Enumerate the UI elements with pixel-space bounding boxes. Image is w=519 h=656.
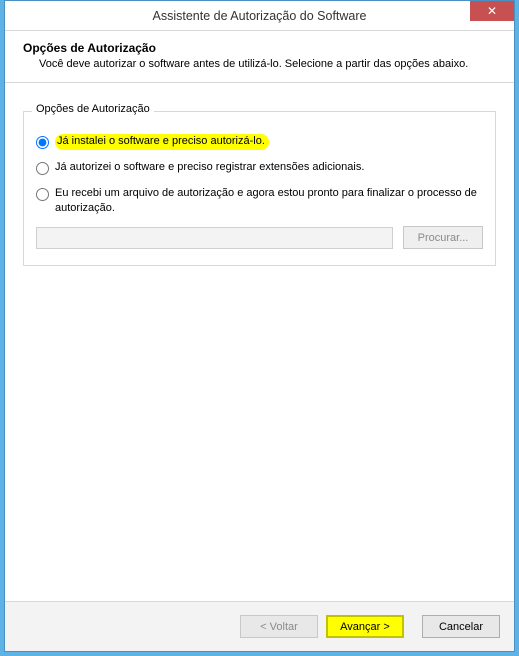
browse-button: Procurar... <box>403 226 483 249</box>
file-path-input <box>36 227 393 249</box>
options-group: Opções de Autorização Já instalei o soft… <box>23 111 496 267</box>
option-row-0[interactable]: Já instalei o software e preciso autoriz… <box>36 134 483 150</box>
cancel-button[interactable]: Cancelar <box>422 615 500 638</box>
option-radio-1[interactable] <box>36 162 49 175</box>
next-button[interactable]: Avançar > <box>326 615 404 638</box>
close-button[interactable]: ✕ <box>470 1 514 21</box>
option-radio-2[interactable] <box>36 188 49 201</box>
titlebar: Assistente de Autorização do Software ✕ <box>5 1 514 31</box>
file-row: Procurar... <box>36 226 483 249</box>
window-title: Assistente de Autorização do Software <box>5 9 514 23</box>
close-icon: ✕ <box>487 4 497 18</box>
option-label-0: Já instalei o software e preciso autoriz… <box>55 134 269 150</box>
wizard-header-description: Você deve autorizar o software antes de … <box>39 57 496 72</box>
wizard-footer: < Voltar Avançar > Cancelar <box>5 601 514 651</box>
option-label-2: Eu recebi um arquivo de autorização e ag… <box>55 186 483 217</box>
wizard-header: Opções de Autorização Você deve autoriza… <box>5 31 514 83</box>
wizard-header-title: Opções de Autorização <box>23 41 496 55</box>
option-row-1[interactable]: Já autorizei o software e preciso regist… <box>36 160 483 175</box>
options-group-legend: Opções de Autorização <box>32 103 154 115</box>
option-label-1: Já autorizei o software e preciso regist… <box>55 160 364 175</box>
wizard-content: Opções de Autorização Já instalei o soft… <box>5 83 514 601</box>
wizard-window: Assistente de Autorização do Software ✕ … <box>4 0 515 652</box>
option-radio-0[interactable] <box>36 136 49 149</box>
back-button: < Voltar <box>240 615 318 638</box>
option-row-2[interactable]: Eu recebi um arquivo de autorização e ag… <box>36 186 483 217</box>
